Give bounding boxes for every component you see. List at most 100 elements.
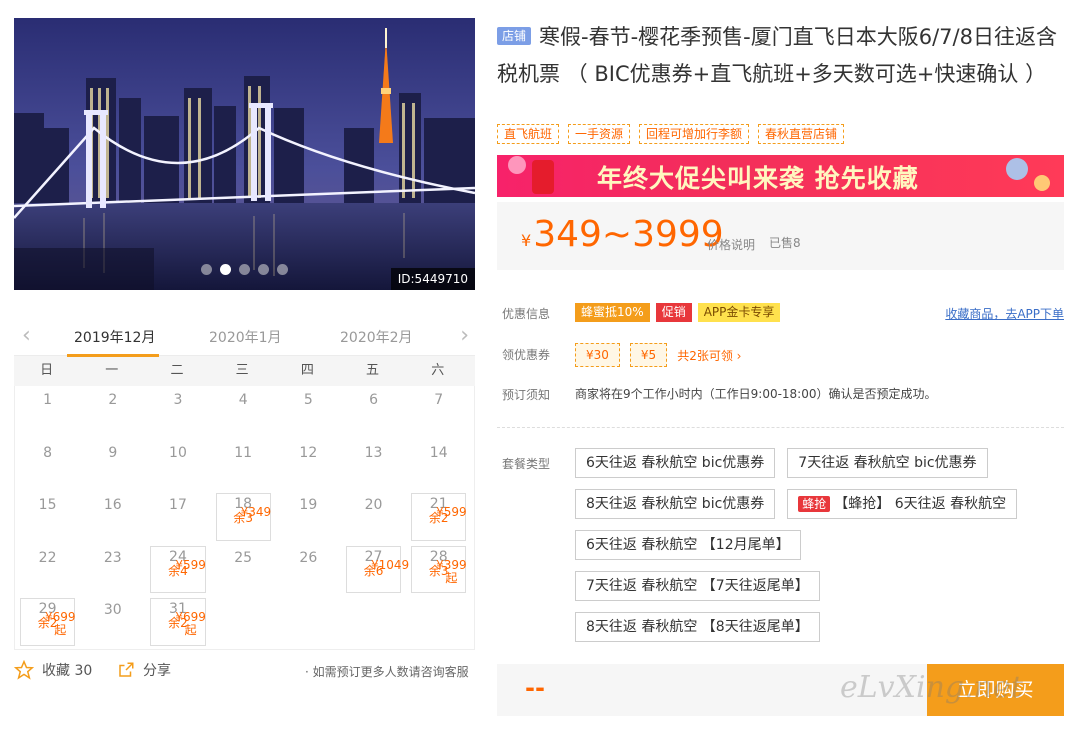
sold-count: 已售8: [769, 236, 801, 250]
group-booking-note: · 如需预订更多人数请咨询客服: [305, 665, 469, 679]
product-photo[interactable]: ID:5449710: [14, 18, 475, 290]
day-number: 6: [369, 392, 378, 408]
weekday-label: 三: [235, 363, 249, 378]
hot-deal-badge: 蜂抢: [798, 496, 831, 512]
feature-tag: 春秋直营店铺: [758, 124, 845, 144]
calendar-day: 26: [276, 544, 341, 597]
day-number: 7: [434, 392, 444, 408]
favorite-button[interactable]: 收藏 30: [14, 660, 92, 680]
calendar-day-available[interactable]: 31 ¥699起 余2: [150, 598, 206, 646]
day-number: 16: [103, 497, 122, 514]
coupon-5[interactable]: ¥5: [629, 343, 668, 367]
day-number: 4: [238, 392, 248, 408]
price-explanation-link[interactable]: 价格说明: [707, 236, 755, 253]
feature-tags: 直飞航班 一手资源 回程可增加行李额 春秋直营店铺: [497, 124, 845, 144]
favorite-label: 收藏 30: [42, 663, 93, 679]
calendar-day-available[interactable]: 18 ¥349 余3: [215, 493, 272, 541]
calendar-day: 11: [211, 439, 276, 492]
day-price: ¥699起: [175, 610, 206, 638]
calendar-weekday-header: 日 一 二 三 四 五 六: [14, 356, 475, 386]
day-number: 30: [103, 602, 122, 619]
honey-discount-badge: 蜂蜜抵10%: [575, 303, 650, 322]
day-price: ¥399起: [436, 557, 467, 585]
day-price: ¥349: [240, 505, 272, 520]
calendar-day-available[interactable]: 21 ¥599 余2: [411, 493, 467, 541]
day-number: 22: [38, 549, 57, 566]
calendar-day: 15: [15, 491, 80, 544]
package-option[interactable]: 6天往返 春秋航空 【12月尾单】: [575, 530, 801, 560]
calendar-day: 23: [80, 544, 145, 597]
day-price: ¥599: [175, 557, 206, 572]
offers-label: 优惠信息: [502, 307, 551, 321]
calendar-day-available[interactable]: 29 ¥699起 余2: [20, 598, 76, 646]
weekday-label: 五: [366, 363, 380, 378]
app-order-link[interactable]: 收藏商品，去APP下单: [945, 305, 1064, 322]
sale-badge: 促销: [655, 303, 692, 322]
day-number: 9: [108, 444, 118, 461]
selected-price: --: [525, 674, 545, 702]
calendar-day: 5: [276, 386, 341, 439]
package-option-hot[interactable]: 蜂抢 【蜂抢】 6天往返 春秋航空: [787, 489, 1018, 519]
carousel-dot[interactable]: [201, 264, 212, 275]
tab-month-3[interactable]: 2020年2月: [340, 327, 413, 347]
calendar-day-available[interactable]: 28 ¥399起 余3: [411, 545, 467, 594]
package-option[interactable]: 8天往返 春秋航空 【8天往返尾单】: [575, 612, 820, 642]
day-price: ¥599: [436, 505, 467, 520]
coupons-label: 领优惠券: [502, 348, 551, 362]
carousel-dot[interactable]: [277, 264, 288, 275]
weekday-label: 六: [431, 363, 445, 378]
day-number: 13: [364, 444, 383, 461]
calendar-day: 7: [406, 386, 471, 439]
share-button[interactable]: 分享: [117, 660, 171, 680]
feature-tag: 回程可增加行李额: [639, 124, 750, 144]
day-number: 25: [234, 549, 253, 566]
coupon-list: ¥30 ¥5 共2张可领 ›: [575, 343, 741, 367]
day-number: 3: [173, 392, 183, 408]
day-number: 14: [429, 444, 448, 461]
package-options: 6天往返 春秋航空 bic优惠券 7天往返 春秋航空 bic优惠券 8天往返 春…: [575, 448, 1055, 653]
package-option[interactable]: 6天往返 春秋航空 bic优惠券: [575, 448, 776, 478]
day-number: 5: [303, 392, 313, 408]
feature-tag: 直飞航班: [497, 124, 560, 144]
tab-month-2[interactable]: 2020年1月: [209, 327, 282, 347]
carousel-dot[interactable]: [258, 264, 269, 275]
watermark: eLvXing.net: [840, 670, 1023, 705]
day-price: ¥1049: [370, 557, 410, 572]
promo-banner[interactable]: 年终大促尖叫来袭 抢先收藏: [497, 155, 1064, 197]
calendar-day-available[interactable]: 27 ¥1049 余6: [345, 545, 409, 594]
chevron-right-icon[interactable]: ›: [460, 325, 469, 347]
product-title: 店铺 寒假-春节-樱花季预售-厦门直飞日本大阪6/7/8日往返含税机票 （ BIC…: [497, 19, 1067, 93]
package-option[interactable]: 8天往返 春秋航空 bic优惠券: [575, 489, 776, 519]
day-number: 26: [299, 549, 318, 566]
night-bridge-photo: [14, 18, 475, 290]
tab-month-1[interactable]: 2019年12月: [74, 327, 155, 347]
calendar-day-available[interactable]: 24 ¥599 余4: [150, 545, 206, 594]
coupon-more-link[interactable]: 共2张可领 ›: [677, 347, 741, 364]
calendar-day: 9: [80, 439, 145, 492]
coupon-30[interactable]: ¥30: [575, 343, 620, 367]
weekday-label: 一: [105, 363, 119, 378]
day-number: 12: [299, 444, 318, 461]
carousel-dots[interactable]: [201, 264, 288, 275]
calendar-day: 19: [276, 491, 341, 544]
calendar-day: 16: [80, 491, 145, 544]
calendar-day: 3: [145, 386, 210, 439]
chevron-left-icon[interactable]: ‹: [22, 325, 31, 347]
app-gold-card-badge: APP金卡专享: [697, 303, 781, 322]
day-number: 11: [234, 444, 253, 461]
package-option[interactable]: 7天往返 春秋航空 【7天往返尾单】: [575, 571, 820, 601]
share-label: 分享: [143, 663, 171, 679]
calendar-day: 17: [145, 491, 210, 544]
package-type-label: 套餐类型: [502, 457, 551, 471]
booking-notice-text: 商家将在9个工作小时内（工作日9:00-18:00）确认是否预定成功。: [575, 387, 937, 401]
day-number: 15: [38, 497, 57, 514]
calendar-day: 12: [276, 439, 341, 492]
weekday-label: 四: [300, 363, 314, 378]
carousel-dot-active[interactable]: [220, 264, 231, 275]
package-option[interactable]: 7天往返 春秋航空 bic优惠券: [787, 448, 988, 478]
day-number: 17: [169, 497, 187, 514]
day-number: 1: [43, 392, 53, 408]
carousel-dot[interactable]: [239, 264, 250, 275]
weekday-label: 二: [170, 363, 184, 378]
price-value: 349~3999: [533, 214, 724, 255]
